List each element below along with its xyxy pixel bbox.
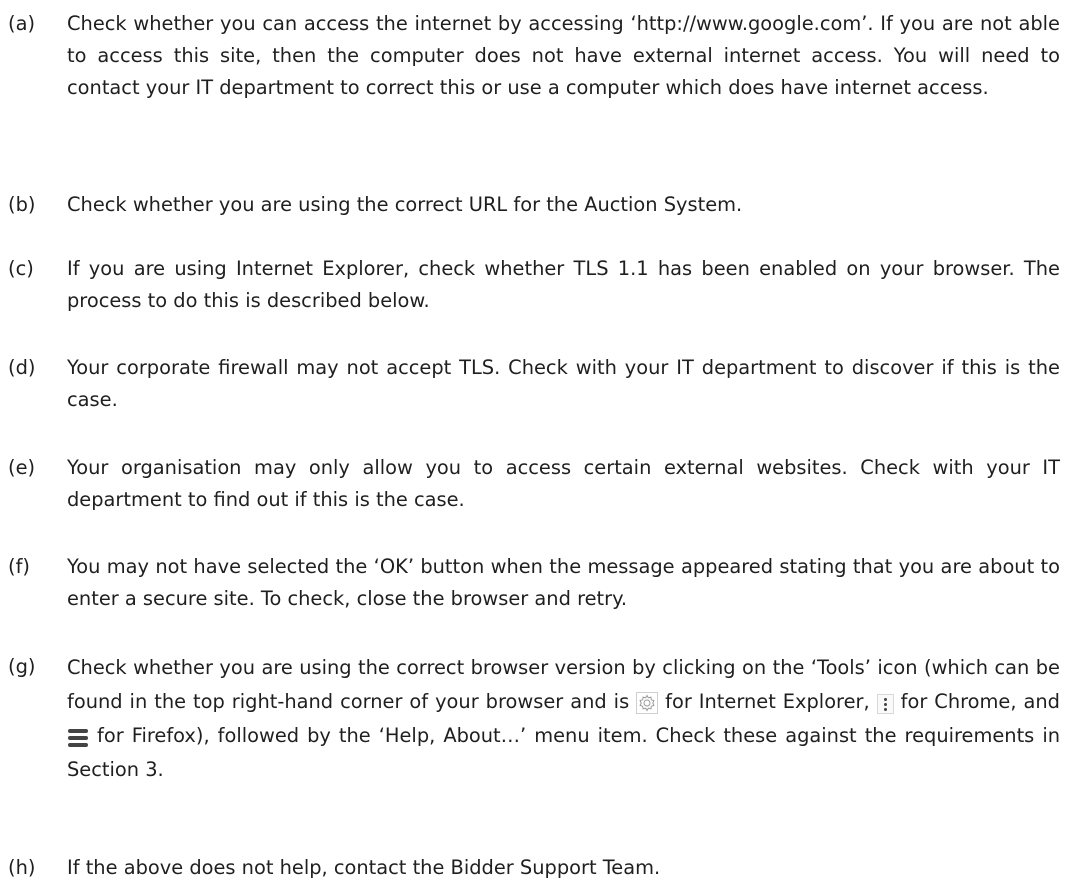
- kebab-menu-icon: [876, 694, 894, 714]
- item-label: (g): [8, 655, 36, 678]
- item-text: Your corporate firewall may not accept T…: [67, 356, 1060, 411]
- item-label: (h): [8, 856, 36, 879]
- item-label: (c): [8, 257, 34, 280]
- item-text-part2: for Internet Explorer,: [665, 690, 870, 713]
- item-text-part4: for Firefox), followed by the ‘Help, Abo…: [67, 724, 1060, 781]
- item-label: (b): [8, 193, 36, 216]
- item-text-part3: for Chrome, and: [900, 690, 1060, 713]
- hamburger-menu-icon: [67, 728, 89, 748]
- item-text: Your organisation may only allow you to …: [67, 456, 1060, 511]
- item-label: (d): [8, 356, 36, 379]
- item-text: Check whether you are using the correct …: [67, 651, 1060, 787]
- item-text: Check whether you are using the correct …: [67, 193, 743, 216]
- item-text: You may not have selected the ‘OK’ butto…: [67, 555, 1060, 610]
- item-label: (f): [8, 555, 30, 578]
- item-label: (a): [8, 12, 36, 35]
- item-text: If the above does not help, contact the …: [67, 856, 661, 879]
- gear-icon: [636, 692, 659, 714]
- item-label: (e): [8, 456, 36, 479]
- item-text: Check whether you can access the interne…: [67, 12, 1060, 99]
- item-text: If you are using Internet Explorer, chec…: [67, 257, 1060, 312]
